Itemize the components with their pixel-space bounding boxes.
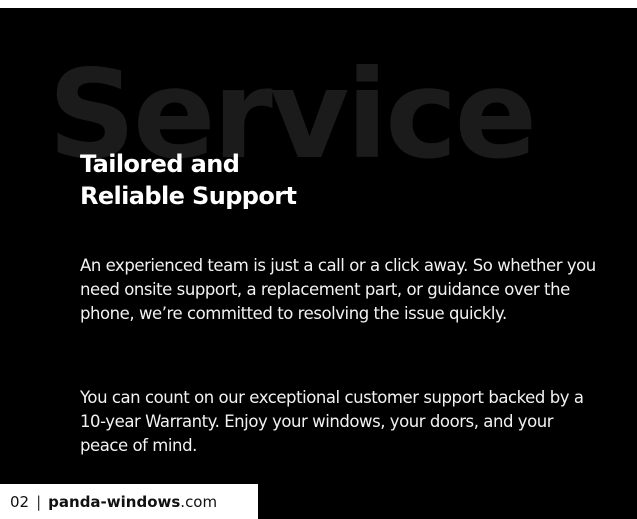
paragraph-support: An experienced team is just a call or a … (80, 256, 596, 323)
page-number: 02 (10, 492, 30, 511)
heading-line-2: Reliable Support (80, 182, 297, 210)
page-footer: 02 | panda-windows.com (0, 484, 258, 519)
website-domain-suffix: .com (180, 492, 218, 511)
website-link[interactable]: panda-windows.com (48, 493, 217, 511)
heading-line-1: Tailored and (80, 150, 240, 178)
website-brand: panda-windows (48, 492, 181, 511)
section-heading: Tailored and Reliable Support (80, 148, 297, 212)
service-panel: Service Tailored and Reliable Support An… (0, 8, 637, 519)
brochure-page: Service Tailored and Reliable Support An… (0, 0, 637, 519)
footer-separator: | (36, 492, 42, 511)
paragraph-warranty: You can count on our exceptional custome… (80, 388, 584, 455)
